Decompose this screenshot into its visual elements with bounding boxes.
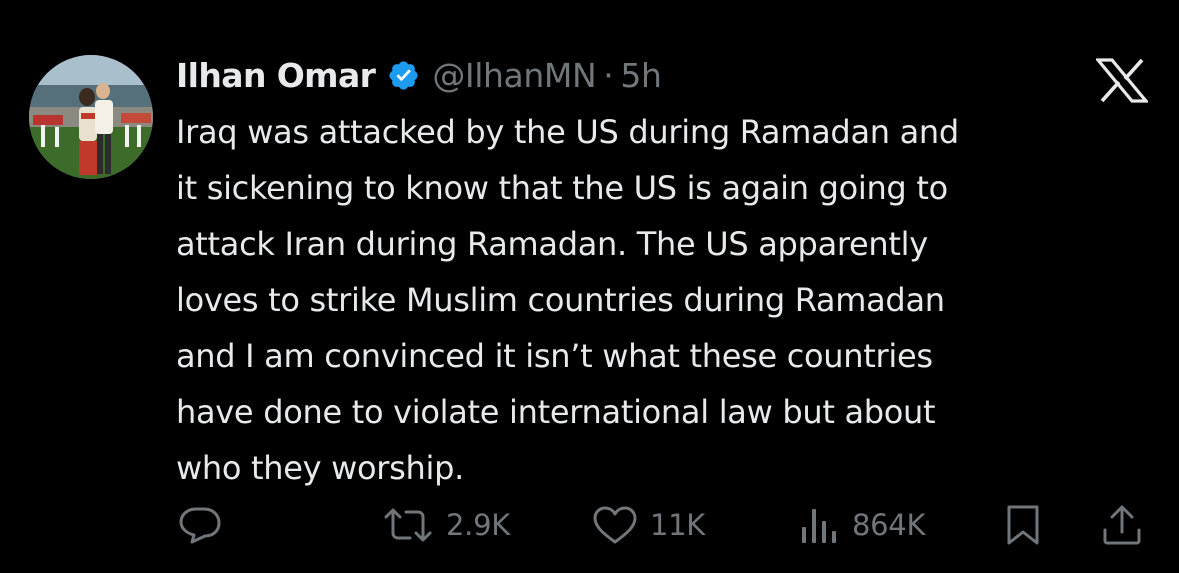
action-bar: 2.9K 11K 864K [0, 490, 1179, 560]
display-name[interactable]: Ilhan Omar [176, 56, 376, 95]
author-handle[interactable]: @IlhanMN [432, 56, 596, 95]
views-count: 864K [852, 508, 926, 542]
separator-dot: · [603, 55, 614, 95]
verified-badge-icon [387, 59, 420, 92]
retweet-icon [382, 505, 434, 545]
bookmark-button[interactable] [1003, 490, 1043, 560]
reply-icon [178, 505, 222, 545]
reply-button[interactable] [178, 490, 222, 560]
share-icon [1100, 504, 1144, 546]
heart-icon [592, 505, 638, 545]
views-chart-icon [800, 505, 840, 545]
share-button[interactable] [1100, 490, 1144, 560]
avatar[interactable] [29, 55, 153, 179]
x-logo-icon[interactable] [1094, 58, 1150, 103]
views-button[interactable]: 864K [800, 490, 925, 560]
retweet-count: 2.9K [446, 508, 510, 542]
tweet-card: Ilhan Omar @IlhanMN · 5h Iraq was attack… [0, 0, 1179, 573]
like-button[interactable]: 11K [592, 490, 705, 560]
like-count: 11K [650, 508, 706, 542]
tweet-text: Iraq was attacked by the US during Ramad… [176, 113, 959, 487]
timestamp[interactable]: 5h [620, 56, 662, 95]
bookmark-icon [1003, 504, 1043, 546]
retweet-button[interactable]: 2.9K [382, 490, 510, 560]
tweet-header: Ilhan Omar @IlhanMN · 5h [176, 48, 662, 102]
